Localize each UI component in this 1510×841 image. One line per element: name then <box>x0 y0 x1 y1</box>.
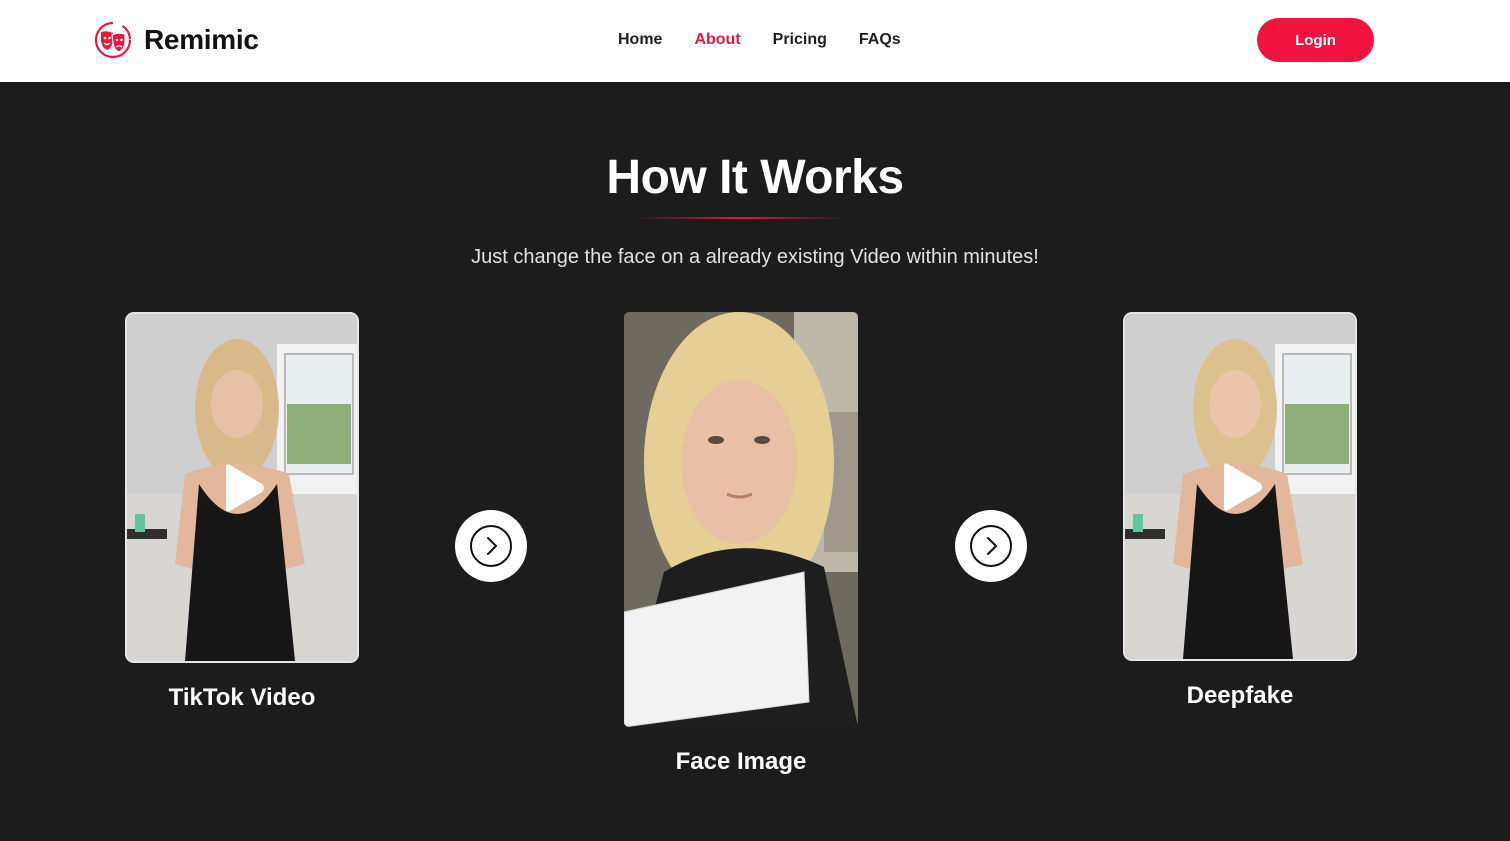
step-arrow-2 <box>955 510 1027 582</box>
chevron-right-circle-icon <box>470 525 512 567</box>
top-navbar: Remimic Home About Pricing FAQs Login <box>0 0 1510 82</box>
play-icon[interactable] <box>220 463 266 513</box>
nav-link-about[interactable]: About <box>694 30 740 50</box>
step-arrow-1 <box>455 510 527 582</box>
face-photo <box>624 312 858 727</box>
brand-name: Remimic <box>144 24 259 55</box>
chevron-right-circle-icon <box>970 525 1012 567</box>
nav-link-faqs[interactable]: FAQs <box>859 30 901 50</box>
section-title: How It Works <box>606 151 904 204</box>
title-underline-divider <box>635 217 847 219</box>
face-image <box>624 312 858 727</box>
nav-link-home[interactable]: Home <box>618 30 662 50</box>
brand-home-link[interactable]: Remimic <box>93 19 259 61</box>
play-icon[interactable] <box>1218 462 1264 512</box>
nav-link-pricing[interactable]: Pricing <box>773 30 827 50</box>
theater-masks-logo-icon <box>94 21 132 59</box>
deepfake-video-thumbnail[interactable] <box>1123 312 1357 661</box>
login-button[interactable]: Login <box>1257 18 1374 62</box>
step-label-deepfake: Deepfake <box>1186 682 1294 709</box>
step-label-face-image: Face Image <box>675 748 807 775</box>
section-subtitle: Just change the face on a already existi… <box>471 246 1039 268</box>
main-nav: Home About Pricing FAQs <box>618 30 901 50</box>
step-label-tiktok-video: TikTok Video <box>168 684 316 711</box>
tiktok-video-thumbnail[interactable] <box>125 312 359 663</box>
